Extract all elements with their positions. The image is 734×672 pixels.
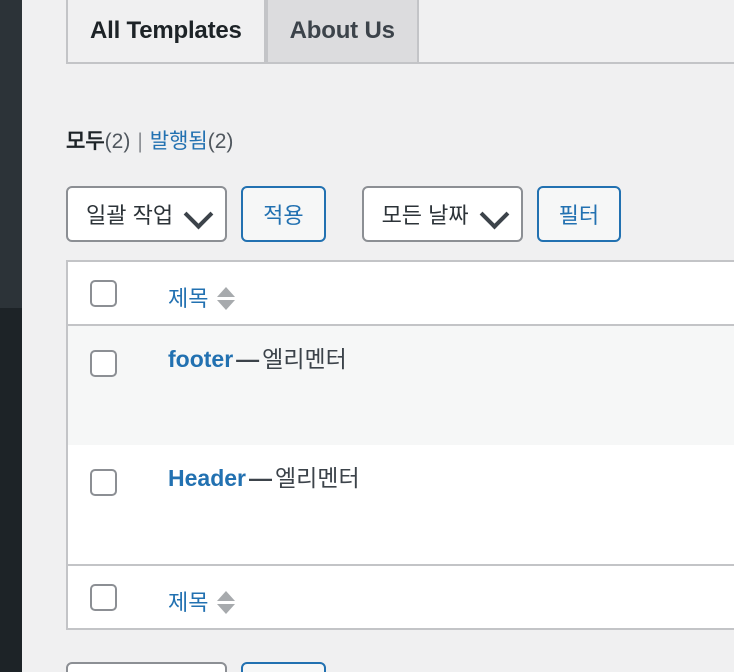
tablenav-bottom: 일괄 작업 적용	[66, 662, 326, 672]
sort-indicator-icon[interactable]	[217, 590, 236, 614]
apply-button-bottom[interactable]: 적용	[241, 662, 326, 672]
row-checkbox[interactable]	[90, 469, 117, 496]
chevron-down-icon	[479, 199, 509, 230]
column-header-title-bottom-label: 제목	[168, 590, 209, 615]
filter-button[interactable]: 필터	[536, 186, 622, 242]
sort-indicator-icon[interactable]	[217, 286, 236, 310]
table-row[interactable]: footer — 엘리멘터	[67, 325, 734, 445]
date-filter-select-value: 모든 날짜	[381, 203, 469, 228]
row-title-cell: Header — 엘리멘터	[168, 445, 734, 565]
admin-sidebar-bottom-section[interactable]	[0, 308, 22, 672]
bulk-action-select-top[interactable]: 일괄 작업	[66, 186, 228, 242]
filter-link-separator: |	[137, 130, 143, 153]
bulk-action-select-top-value: 일괄 작업	[86, 203, 174, 228]
select-all-checkbox-top[interactable]	[90, 280, 117, 307]
row-checkbox-cell	[67, 445, 168, 565]
table-body: footer — 엘리멘터 Header — 엘리멘터	[67, 325, 734, 565]
bulk-action-select-bottom[interactable]: 일괄 작업	[66, 662, 228, 672]
table-head: 제목	[67, 261, 734, 325]
table-footer-row: 제목	[67, 565, 734, 629]
column-header-title-top[interactable]: 제목	[168, 261, 734, 325]
table-header-row: 제목	[67, 261, 734, 325]
row-title-dash: —	[236, 346, 260, 372]
row-title-link[interactable]: footer	[168, 346, 233, 372]
tab-about-us[interactable]: About Us	[265, 0, 419, 64]
date-filter-select[interactable]: 모든 날짜	[361, 186, 523, 242]
select-all-footer-cell	[67, 565, 168, 629]
content-area: All Templates About Us 모두(2) | 발행됨(2) 일괄 작…	[22, 0, 734, 672]
column-header-title-top-label: 제목	[168, 286, 209, 311]
admin-sidebar[interactable]	[0, 0, 22, 672]
chevron-down-icon	[183, 199, 214, 230]
select-all-checkbox-bottom[interactable]	[90, 584, 117, 611]
row-title-cell: footer — 엘리멘터	[168, 325, 734, 445]
row-checkbox[interactable]	[90, 350, 117, 377]
filter-link-all-count: (2)	[104, 130, 131, 153]
select-all-header-cell	[67, 261, 168, 325]
row-title-dash: —	[248, 465, 272, 491]
column-header-title-bottom[interactable]: 제목	[168, 565, 734, 629]
nav-tab-wrapper: All Templates About Us	[66, 0, 419, 64]
filter-link-published[interactable]: 발행됨	[150, 130, 208, 153]
status-filter-links: 모두(2) | 발행됨(2)	[66, 131, 233, 152]
nav-tab-underline	[66, 62, 734, 64]
filter-link-published-count: (2)	[207, 130, 234, 153]
apply-button-top[interactable]: 적용	[241, 186, 326, 242]
tab-all-templates-label: All Templates	[90, 17, 242, 44]
row-title-suffix: 엘리멘터	[262, 346, 347, 372]
table-row[interactable]: Header — 엘리멘터	[67, 445, 734, 565]
row-checkbox-cell	[67, 325, 168, 445]
row-title-suffix: 엘리멘터	[274, 465, 360, 491]
filter-button-label: 필터	[558, 203, 600, 228]
filter-link-all[interactable]: 모두	[66, 130, 105, 153]
tab-all-templates[interactable]: All Templates	[66, 0, 266, 64]
row-title-link[interactable]: Header	[168, 465, 246, 491]
apply-button-top-label: 적용	[263, 203, 304, 228]
tab-about-us-label: About Us	[289, 17, 395, 44]
tablenav-top: 일괄 작업 적용 모든 날짜 필터	[66, 186, 622, 242]
admin-screen: All Templates About Us 모두(2) | 발행됨(2) 일괄 작…	[0, 0, 734, 672]
table-foot: 제목	[67, 565, 734, 629]
admin-sidebar-top-section[interactable]	[0, 0, 22, 308]
templates-list-table: 제목 footer — 엘리멘터 Header — 엘리멘터 제목	[66, 260, 734, 630]
